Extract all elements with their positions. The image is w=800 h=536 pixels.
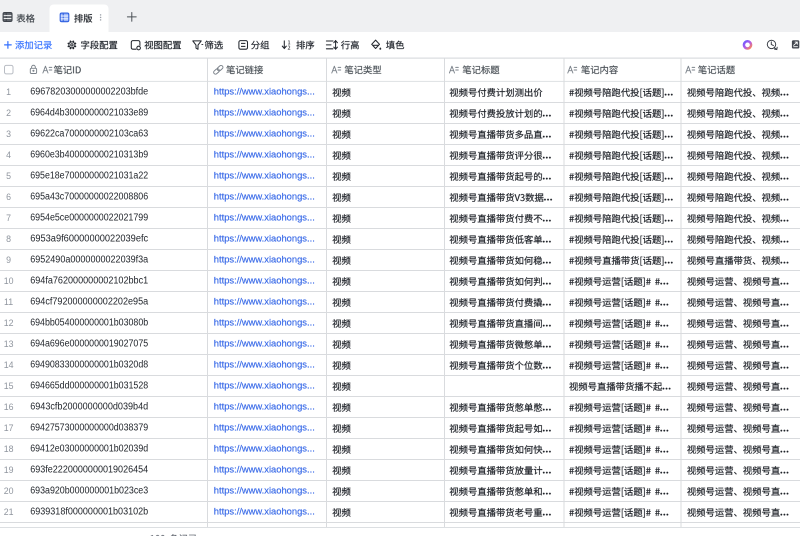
svg-text:1: 1 — [6, 87, 11, 97]
svg-text:https://www.xiaohongs...: https://www.xiaohongs... — [214, 297, 315, 307]
svg-text:20: 20 — [4, 486, 14, 496]
svg-text:https://www.xiaohongs...: https://www.xiaohongs... — [214, 360, 315, 370]
svg-text:694fa762000000002102bbc1: 694fa762000000002102bbc1 — [30, 276, 148, 287]
svg-text:https://www.xiaohongs...: https://www.xiaohongs... — [214, 192, 315, 202]
svg-text:https://www.xiaohongs...: https://www.xiaohongs... — [214, 171, 315, 181]
svg-text:6943cfb2000000000d039b4d: 6943cfb2000000000d039b4d — [30, 402, 148, 413]
svg-text:6: 6 — [6, 192, 11, 202]
svg-text:695e18e70000000021031a22: 695e18e70000000021031a22 — [30, 171, 148, 182]
svg-text:5: 5 — [6, 171, 11, 181]
svg-text:https://www.xiaohongs...: https://www.xiaohongs... — [214, 402, 315, 412]
svg-text:https://www.xiaohongs...: https://www.xiaohongs... — [214, 444, 315, 454]
svg-text:4: 4 — [6, 150, 11, 160]
svg-text:9: 9 — [6, 255, 11, 265]
svg-text:6954e5ce0000000022021799: 6954e5ce0000000022021799 — [30, 213, 148, 224]
svg-text:16: 16 — [4, 402, 14, 412]
svg-text:6960e3b400000000210313b9: 6960e3b400000000210313b9 — [30, 150, 148, 161]
svg-text:https://www.xiaohongs...: https://www.xiaohongs... — [214, 129, 315, 139]
svg-text:69490833000000001b0320d8: 69490833000000001b0320d8 — [30, 360, 148, 371]
svg-text:https://www.xiaohongs...: https://www.xiaohongs... — [214, 318, 315, 328]
svg-text:18: 18 — [4, 444, 14, 454]
svg-text:https://www.xiaohongs...: https://www.xiaohongs... — [214, 507, 315, 517]
svg-text:https://www.xiaohongs...: https://www.xiaohongs... — [214, 108, 315, 118]
svg-text:https://www.xiaohongs...: https://www.xiaohongs... — [214, 234, 315, 244]
svg-text:https://www.xiaohongs...: https://www.xiaohongs... — [214, 381, 315, 391]
svg-text:6964d4b30000000021033e89: 6964d4b30000000021033e89 — [30, 108, 148, 119]
svg-text:69427573000000000d038379: 69427573000000000d038379 — [30, 423, 148, 434]
svg-text:21: 21 — [4, 507, 14, 517]
svg-text:2: 2 — [6, 108, 11, 118]
svg-text:https://www.xiaohongs...: https://www.xiaohongs... — [214, 213, 315, 223]
svg-text:https://www.xiaohongs...: https://www.xiaohongs... — [214, 150, 315, 160]
svg-text:69412e03000000001b02039d: 69412e03000000001b02039d — [30, 444, 148, 455]
svg-text:695a43c70000000022008806: 695a43c70000000022008806 — [30, 192, 148, 203]
svg-text:693fe2220000000019026454: 693fe2220000000019026454 — [30, 465, 148, 476]
svg-text:13: 13 — [4, 339, 14, 349]
svg-text:11: 11 — [4, 297, 13, 307]
svg-text:17: 17 — [4, 423, 14, 433]
svg-text:14: 14 — [4, 360, 14, 370]
svg-text:12: 12 — [4, 318, 14, 328]
svg-text:694cf792000000002202e95a: 694cf792000000002202e95a — [30, 297, 148, 308]
svg-text:69678203000000002203bfde: 69678203000000002203bfde — [30, 87, 148, 98]
svg-text:15: 15 — [4, 381, 14, 391]
svg-text:693a920b000000001b023ce3: 693a920b000000001b023ce3 — [30, 486, 148, 497]
svg-text:694665dd000000001b031528: 694665dd000000001b031528 — [30, 381, 148, 392]
svg-text:https://www.xiaohongs...: https://www.xiaohongs... — [214, 423, 315, 433]
svg-text:694a696e0000000019027075: 694a696e0000000019027075 — [30, 339, 148, 350]
svg-text:https://www.xiaohongs...: https://www.xiaohongs... — [214, 255, 315, 265]
svg-text:https://www.xiaohongs...: https://www.xiaohongs... — [214, 465, 315, 475]
svg-text:6939318f000000001b03102b: 6939318f000000001b03102b — [30, 507, 148, 518]
svg-text:https://www.xiaohongs...: https://www.xiaohongs... — [214, 339, 315, 349]
svg-text:https://www.xiaohongs...: https://www.xiaohongs... — [214, 87, 315, 97]
svg-text:7: 7 — [6, 213, 11, 223]
svg-text:https://www.xiaohongs...: https://www.xiaohongs... — [214, 276, 315, 286]
svg-text:10: 10 — [4, 276, 14, 286]
svg-text:6952490a0000000022039f3a: 6952490a0000000022039f3a — [30, 255, 148, 266]
svg-text:3: 3 — [6, 129, 11, 139]
svg-text:69622ca7000000002103ca63: 69622ca7000000002103ca63 — [30, 129, 148, 140]
svg-text:8: 8 — [6, 234, 11, 244]
svg-text:6953a9f60000000022039efc: 6953a9f60000000022039efc — [30, 234, 148, 245]
svg-text:694bb054000000001b03080b: 694bb054000000001b03080b — [30, 318, 148, 329]
svg-text:https://www.xiaohongs...: https://www.xiaohongs... — [214, 486, 315, 496]
svg-text:19: 19 — [4, 465, 14, 475]
